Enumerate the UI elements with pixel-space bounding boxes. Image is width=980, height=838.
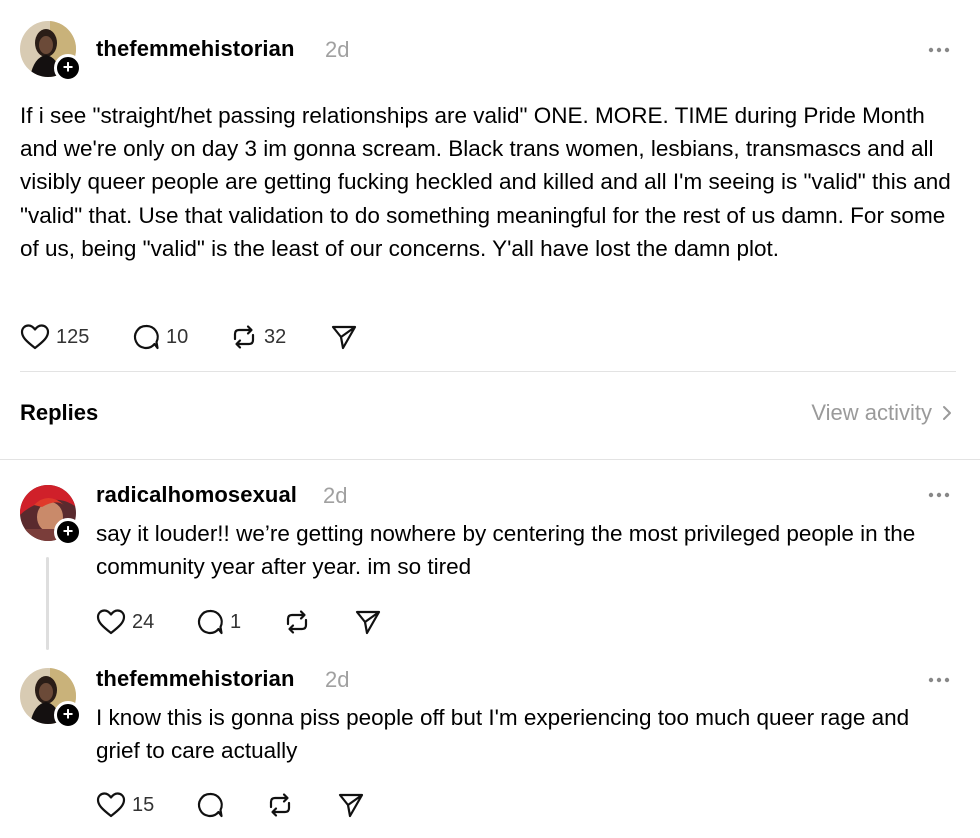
thread-line [46, 557, 49, 650]
chevron-right-icon [943, 406, 951, 420]
comment-icon [197, 609, 223, 635]
reply-time: 2d [325, 667, 350, 692]
view-activity-label: View activity [811, 400, 932, 425]
like-button[interactable]: 125 [20, 322, 89, 352]
heart-icon [96, 609, 126, 635]
heart-icon [96, 792, 126, 818]
share-icon [338, 793, 364, 818]
follow-plus-icon[interactable]: + [54, 518, 82, 546]
repost-count: 32 [264, 325, 287, 348]
follow-plus-icon[interactable]: + [54, 54, 82, 82]
reply-text: I know this is gonna piss people off but… [96, 705, 910, 764]
reply-time: 2d [323, 483, 348, 508]
replies-heading: Replies [20, 400, 99, 425]
post-username[interactable]: thefemmehistorian [96, 36, 295, 62]
more-icon[interactable] [928, 491, 950, 499]
divider [20, 371, 956, 372]
comment-icon [133, 324, 159, 350]
share-button[interactable] [337, 790, 365, 820]
repost-button[interactable] [266, 790, 294, 820]
reply-username[interactable]: thefemmehistorian [96, 666, 295, 692]
comment-button[interactable]: 10 [132, 322, 188, 352]
avatar[interactable]: + [20, 485, 82, 546]
more-icon[interactable] [928, 676, 950, 684]
reply-text: say it louder!! we’re getting nowhere by… [96, 521, 916, 580]
repost-button[interactable]: 32 [230, 322, 286, 352]
like-button[interactable]: 24 [96, 607, 154, 637]
comment-button[interactable] [196, 790, 224, 820]
comment-count: 10 [166, 325, 189, 348]
share-icon [355, 610, 381, 635]
like-button[interactable]: 15 [96, 790, 154, 820]
like-count: 24 [132, 610, 155, 633]
repost-icon [233, 325, 255, 349]
like-count: 125 [56, 325, 90, 348]
follow-plus-icon[interactable]: + [54, 701, 82, 729]
heart-icon [20, 324, 50, 350]
post-text: If i see "straight/het passing relations… [20, 103, 951, 261]
comment-icon [197, 792, 223, 818]
repost-icon [286, 610, 308, 634]
comment-button[interactable]: 1 [196, 607, 241, 637]
like-count: 15 [132, 793, 155, 816]
share-icon [331, 325, 357, 350]
repost-icon [269, 793, 291, 817]
more-icon[interactable] [928, 46, 950, 54]
share-button[interactable] [354, 607, 382, 637]
avatar[interactable]: + [20, 668, 82, 729]
share-button[interactable] [330, 322, 358, 352]
view-activity-link[interactable]: View activity [811, 400, 952, 426]
repost-button[interactable] [283, 607, 311, 637]
reply-username[interactable]: radicalhomosexual [96, 482, 297, 508]
avatar[interactable]: + [20, 21, 82, 82]
post-time: 2d [325, 37, 350, 62]
divider [0, 459, 980, 460]
comment-count: 1 [230, 610, 242, 633]
